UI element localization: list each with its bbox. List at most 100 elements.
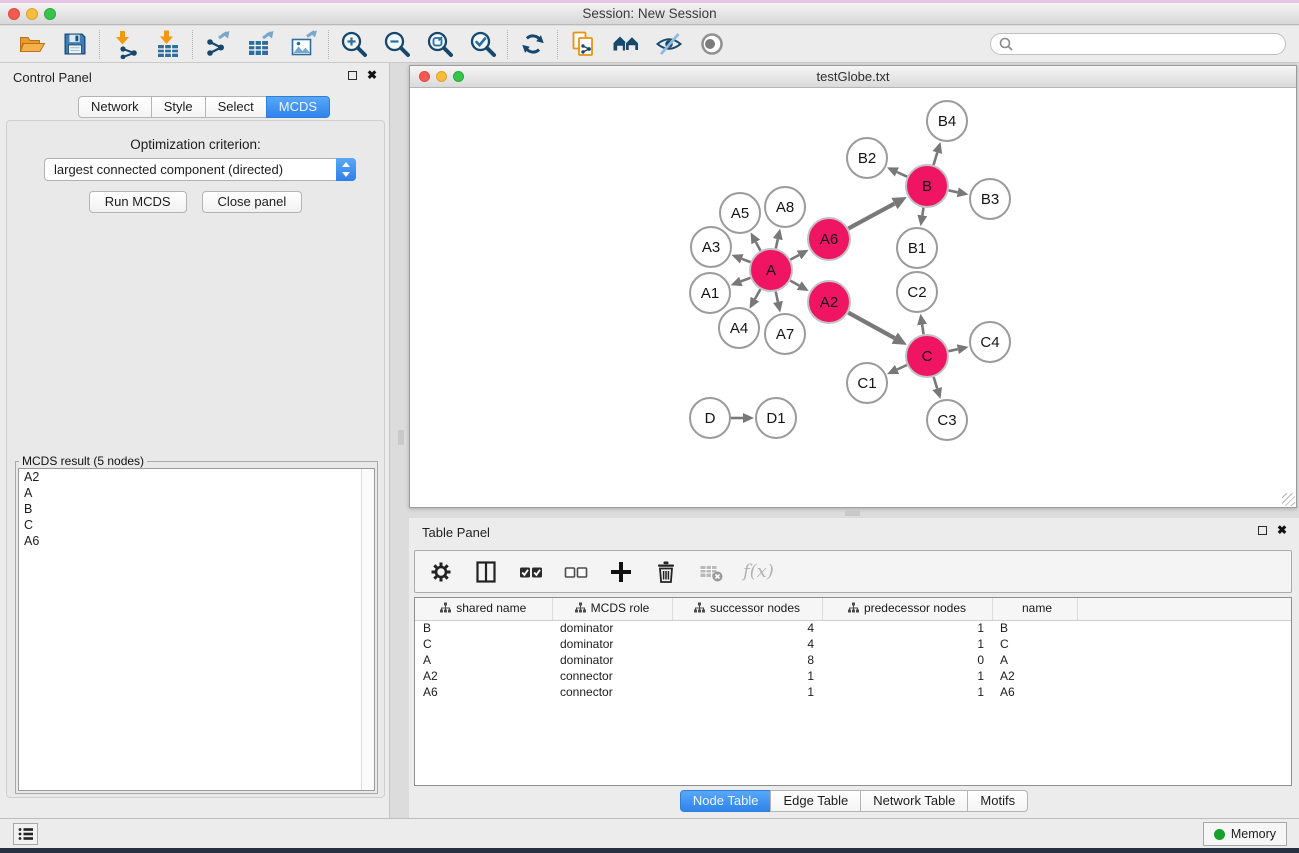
graph-node-C[interactable]: C: [906, 335, 948, 377]
table-mode-button[interactable]: [473, 559, 499, 585]
table-cell[interactable]: connector: [552, 668, 672, 684]
float-table-panel-icon[interactable]: [1258, 526, 1267, 535]
table-cell[interactable]: dominator: [552, 652, 672, 668]
table-cell[interactable]: 4: [672, 636, 822, 652]
clone-network-button[interactable]: [561, 28, 604, 61]
zoom-selected-button[interactable]: [461, 28, 504, 61]
search-field[interactable]: [990, 33, 1286, 55]
table-cell[interactable]: C: [992, 636, 1077, 652]
export-image-button[interactable]: [282, 28, 325, 61]
export-network-button[interactable]: [196, 28, 239, 61]
table-row[interactable]: Adominator80A: [415, 652, 1291, 668]
table-cell[interactable]: A2: [415, 668, 552, 684]
table-cell[interactable]: A6: [415, 684, 552, 700]
graph-node-A[interactable]: A: [750, 249, 792, 291]
tab-network[interactable]: Network: [78, 96, 152, 118]
birds-eye-view-button[interactable]: [690, 28, 733, 61]
delete-columns-button[interactable]: [653, 559, 679, 585]
graph-node-A4[interactable]: A4: [719, 308, 759, 348]
graph-edge-A6-B[interactable]: [848, 204, 894, 229]
graph-edge-A-A2[interactable]: [790, 281, 799, 286]
tab-motifs[interactable]: Motifs: [967, 790, 1028, 812]
graph-node-C3[interactable]: C3: [927, 400, 967, 440]
zoom-window-button[interactable]: [44, 8, 56, 20]
table-cell[interactable]: 1: [672, 668, 822, 684]
table-cell[interactable]: C: [415, 636, 552, 652]
column-header-predecessor-nodes[interactable]: predecessor nodes: [822, 598, 992, 620]
graph-node-B3[interactable]: B3: [970, 179, 1010, 219]
table-row[interactable]: Cdominator41C: [415, 636, 1291, 652]
close-window-button[interactable]: [8, 8, 20, 20]
import-network-button[interactable]: [103, 28, 146, 61]
table-cell[interactable]: 8: [672, 652, 822, 668]
graph-edge-C-C2[interactable]: [922, 325, 924, 335]
graph-edge-A-A3[interactable]: [742, 259, 751, 262]
graph-node-C4[interactable]: C4: [970, 322, 1010, 362]
table-row[interactable]: Bdominator41B: [415, 620, 1291, 636]
zoom-network-window-button[interactable]: [453, 71, 464, 82]
table-cell[interactable]: A2: [992, 668, 1077, 684]
mcds-result-item[interactable]: A6: [19, 533, 374, 549]
mcds-result-item[interactable]: B: [19, 501, 374, 517]
close-network-window-button[interactable]: [419, 71, 430, 82]
graph-node-A2[interactable]: A2: [808, 281, 850, 323]
tab-edge-table[interactable]: Edge Table: [770, 790, 861, 812]
zoom-fit-button[interactable]: [418, 28, 461, 61]
resize-grip-icon[interactable]: [1282, 493, 1295, 506]
save-session-button[interactable]: [53, 28, 96, 61]
hide-graphics-details-button[interactable]: [647, 28, 690, 61]
mcds-result-item[interactable]: A: [19, 485, 374, 501]
delete-table-button[interactable]: [698, 559, 724, 585]
zoom-in-button[interactable]: [332, 28, 375, 61]
table-cell[interactable]: B: [992, 620, 1077, 636]
network-graph[interactable]: B4B2BB3A5A8A6A3B1AA1C2A4A7A2C4CC1C3DD1: [410, 89, 1296, 507]
graph-node-B2[interactable]: B2: [847, 138, 887, 178]
table-cell[interactable]: 1: [822, 668, 992, 684]
graph-edge-C-C1[interactable]: [897, 365, 907, 370]
column-header-name[interactable]: name: [992, 598, 1077, 620]
tab-mcds[interactable]: MCDS: [266, 96, 330, 118]
criterion-dropdown[interactable]: largest connected component (directed): [44, 158, 356, 181]
table-cell[interactable]: 0: [822, 652, 992, 668]
table-cell[interactable]: dominator: [552, 636, 672, 652]
column-header-successor-nodes[interactable]: successor nodes: [672, 598, 822, 620]
open-session-button[interactable]: [10, 28, 53, 61]
graph-edge-A-A1[interactable]: [741, 278, 751, 282]
graph-edge-A-A4[interactable]: [755, 289, 761, 299]
show-log-button[interactable]: [13, 823, 38, 845]
graph-node-C2[interactable]: C2: [897, 272, 937, 312]
apply-layout-button[interactable]: [511, 28, 554, 61]
table-cell[interactable]: dominator: [552, 620, 672, 636]
graph-edge-A-A7[interactable]: [776, 292, 778, 302]
graph-node-B1[interactable]: B1: [897, 228, 937, 268]
first-neighbors-button[interactable]: [604, 28, 647, 61]
horizontal-split-handle[interactable]: [845, 510, 860, 516]
tab-network-table[interactable]: Network Table: [860, 790, 968, 812]
graph-node-A5[interactable]: A5: [720, 193, 760, 233]
create-column-button[interactable]: [608, 559, 634, 585]
close-panel-icon[interactable]: ✖: [367, 70, 377, 80]
tab-style[interactable]: Style: [151, 96, 206, 118]
table-row[interactable]: A2connector11A2: [415, 668, 1291, 684]
close-panel-button[interactable]: Close panel: [202, 191, 303, 213]
close-table-panel-icon[interactable]: ✖: [1277, 525, 1287, 535]
function-builder-button[interactable]: f(x): [743, 561, 774, 582]
deselect-all-columns-button[interactable]: [563, 559, 589, 585]
minimize-network-window-button[interactable]: [436, 71, 447, 82]
minimize-window-button[interactable]: [26, 8, 38, 20]
graph-edge-A2-C[interactable]: [848, 313, 894, 339]
vertical-split-handle[interactable]: [398, 430, 404, 445]
graph-node-B4[interactable]: B4: [927, 101, 967, 141]
column-header-mcds-role[interactable]: MCDS role: [552, 598, 672, 620]
graph-edge-B-B4[interactable]: [934, 153, 938, 166]
table-cell[interactable]: 1: [822, 684, 992, 700]
graph-node-A6[interactable]: A6: [808, 218, 850, 260]
graph-node-B[interactable]: B: [906, 165, 948, 207]
graph-node-A8[interactable]: A8: [765, 187, 805, 227]
zoom-out-button[interactable]: [375, 28, 418, 61]
table-cell[interactable]: A: [415, 652, 552, 668]
graph-node-D1[interactable]: D1: [756, 398, 796, 438]
column-header-shared-name[interactable]: shared name: [415, 598, 552, 620]
graph-node-D[interactable]: D: [690, 398, 730, 438]
graph-edge-A-A6[interactable]: [790, 255, 799, 260]
